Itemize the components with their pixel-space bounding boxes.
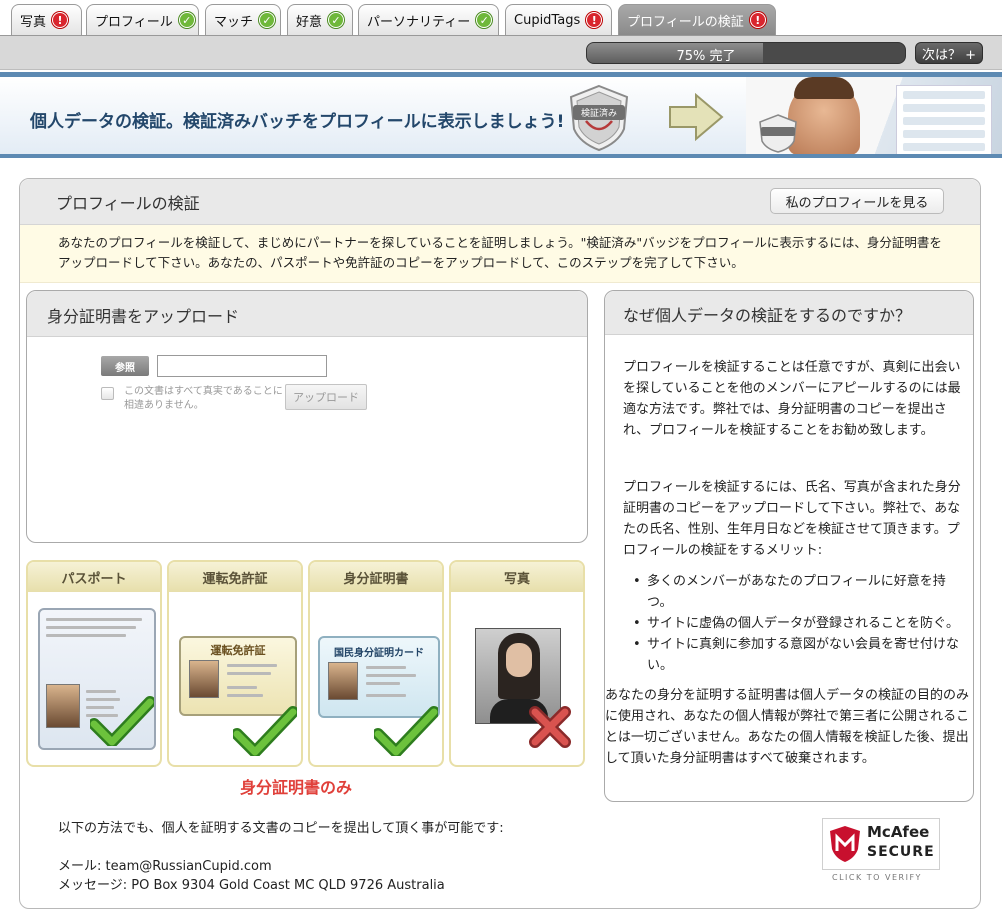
tab-profile-verification[interactable]: プロフィールの検証 ! <box>618 4 776 35</box>
check-icon <box>233 706 297 756</box>
doc-card-title: 運転免許証 <box>169 562 301 592</box>
license-portrait <box>189 660 219 698</box>
upload-box-header: 身分証明書をアップロード <box>27 291 587 337</box>
page-title: プロフィールの検証 <box>56 194 200 213</box>
next-step-button[interactable]: 次は？ + <box>915 42 983 64</box>
doc-card-passport: パスポート <box>26 560 162 767</box>
tab-likes[interactable]: 好意 ✓ <box>287 4 353 35</box>
tab-match[interactable]: マッチ ✓ <box>205 4 281 35</box>
check-icon <box>374 706 438 756</box>
doc-card-national-id: 身分証明書 国民身分証明カード <box>308 560 444 767</box>
why-title: なぜ個人データの検証をするのですか？ <box>623 306 912 325</box>
doc-card-body <box>451 592 583 765</box>
benefits-list: 多くのメンバーがあなたのプロフィールに好意を持つ。 サイトに虚偽の個人データが登… <box>633 571 967 676</box>
check-icon: ✓ <box>328 12 345 28</box>
passport-portrait <box>46 684 80 728</box>
why-box-header: なぜ個人データの検証をするのですか？ <box>605 291 973 335</box>
mcafee-name: McAfee <box>867 823 930 841</box>
why-paragraph-2: プロフィールを検証するには、氏名、写真が含まれた身分証明書のコピーをアップロード… <box>623 480 961 558</box>
verification-banner: 個人データの検証。検証済みバッチをプロフィールに表示しましょう! 検証済み <box>0 72 1002 158</box>
contact-email: メール: team@RussianCupid.com <box>58 859 272 874</box>
arrow-right-icon <box>669 93 724 141</box>
file-path-input[interactable] <box>157 355 327 377</box>
why-paragraph-3: あなたの身分を証明する証明書は個人データの検証の目的のみに使用され、あなたの個人… <box>605 688 970 766</box>
doc-card-title: パスポート <box>28 562 160 592</box>
view-my-profile-button[interactable]: 私のプロフィールを見る <box>770 188 944 214</box>
check-icon: ✓ <box>476 12 493 28</box>
doc-card-photo: 写真 <box>449 560 585 767</box>
banner-hair <box>794 77 854 99</box>
step-tab-bar: 写真 ! プロフィール ✓ マッチ ✓ 好意 ✓ パーソナリティー ✓ Cupi… <box>0 0 1002 36</box>
upload-title: 身分証明書をアップロード <box>47 307 240 326</box>
tab-label: マッチ <box>214 14 254 30</box>
tab-personality[interactable]: パーソナリティー ✓ <box>358 4 499 35</box>
tab-label: プロフィールの検証 <box>627 14 744 30</box>
verified-mini-badge-icon <box>759 114 797 153</box>
mcafee-secure-label: SECURE <box>867 844 935 860</box>
check-icon <box>90 696 154 746</box>
agree-text: この文書はすべて真実であることに相違ありません。 <box>124 386 283 411</box>
upload-button[interactable]: アップロード <box>285 384 367 410</box>
banner-profile-image <box>746 77 1002 154</box>
accepted-documents: パスポート 運転免許証 運転免許証 身分証明書 国民身分証明カード 写真 <box>26 560 586 770</box>
doc-card-body <box>28 592 160 765</box>
list-item: サイトに真剣に参加する意図がない会員を寄せ付けない。 <box>633 634 967 676</box>
ids-only-note: 身分証明書のみ <box>240 778 353 797</box>
list-item: 多くのメンバーがあなたのプロフィールに好意を持つ。 <box>633 571 967 613</box>
tab-label: CupidTags <box>514 12 581 28</box>
check-icon: ✓ <box>259 12 276 28</box>
browse-button[interactable]: 参照 <box>101 356 149 376</box>
tab-label: 好意 <box>296 14 323 30</box>
mcafee-shield-icon <box>830 826 860 862</box>
mcafee-secure-seal[interactable]: McAfee SECURE <box>822 818 940 870</box>
intro-text: あなたのプロフィールを検証して、まじめにパートナーを探していることを証明しましょ… <box>58 235 942 270</box>
national-id-label: 国民身分証明カード <box>334 648 424 659</box>
tab-label: 写真 <box>20 14 47 30</box>
verified-badge-icon: 検証済み <box>569 84 629 152</box>
upload-id-box: 身分証明書をアップロード 参照 この文書はすべて真実であることに相違ありません。… <box>26 290 588 543</box>
tab-label: パーソナリティー <box>367 14 471 30</box>
license-label: 運転免許証 <box>210 644 266 657</box>
tab-cupidtags[interactable]: CupidTags ! <box>505 4 612 35</box>
doc-card-body: 国民身分証明カード <box>310 592 442 765</box>
doc-card-title: 写真 <box>451 562 583 592</box>
banner-profile-list <box>896 85 992 154</box>
error-icon: ! <box>586 12 603 28</box>
mcafee-click-to-verify[interactable]: CLICK TO VERIFY <box>832 873 922 882</box>
tab-profile[interactable]: プロフィール ✓ <box>86 4 199 35</box>
banner-headline: 個人データの検証。検証済みバッチをプロフィールに表示しましょう! <box>30 112 565 132</box>
why-paragraph-1: プロフィールを検証することは任意ですが、真剣に出会いを探していることを他のメンバ… <box>623 360 961 438</box>
contact-mail: メッセージ: PO Box 9304 Gold Coast MC QLD 972… <box>58 878 445 893</box>
doc-card-title: 身分証明書 <box>310 562 442 592</box>
panel-header: プロフィールの検証 私のプロフィールを見る <box>20 179 980 225</box>
doc-card-body: 運転免許証 <box>169 592 301 765</box>
doc-card-drivers-license: 運転免許証 運転免許証 <box>167 560 303 767</box>
progress-label: 75% 完了 <box>676 49 736 64</box>
license-image: 運転免許証 <box>179 636 297 716</box>
completion-progress-bar: 75% 完了 <box>586 42 906 64</box>
national-id-portrait <box>328 662 358 700</box>
agree-checkbox[interactable] <box>101 387 114 400</box>
progress-strip: 75% 完了 次は？ + <box>0 36 1002 70</box>
error-icon: ! <box>749 12 766 28</box>
alt-methods-text: 以下の方法でも、個人を証明する文書のコピーを提出して頂く事が可能です: <box>58 821 504 836</box>
check-icon: ✓ <box>178 12 195 28</box>
why-verify-box: なぜ個人データの検証をするのですか？ プロフィールを検証することは任意ですが、真… <box>604 290 974 802</box>
error-icon: ! <box>52 12 69 28</box>
list-item: サイトに虚偽の個人データが登録されることを防ぐ。 <box>633 613 967 634</box>
intro-notice: あなたのプロフィールを検証して、まじめにパートナーを探していることを証明しましょ… <box>20 225 980 283</box>
badge-text: 検証済み <box>581 107 617 119</box>
reject-x-icon <box>529 706 571 748</box>
tab-photos[interactable]: 写真 ! <box>11 4 82 35</box>
tab-label: プロフィール <box>95 14 173 30</box>
